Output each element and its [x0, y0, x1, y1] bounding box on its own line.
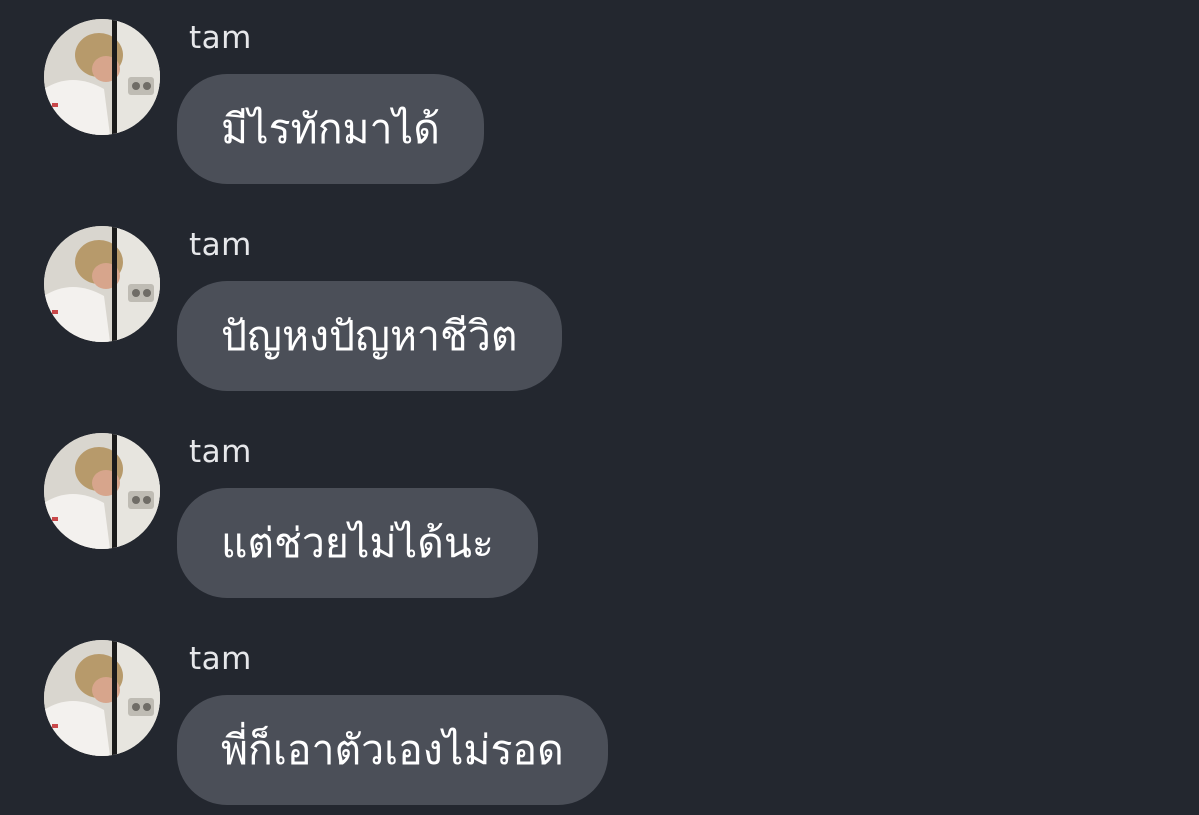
user-avatar[interactable]	[44, 640, 160, 756]
message-bubble[interactable]: ปัญหงปัญหาชีวิต	[177, 281, 562, 391]
user-avatar[interactable]	[44, 19, 160, 135]
chat-message: tam ปัญหงปัญหาชีวิต	[0, 207, 1199, 397]
sender-name: tam	[189, 20, 252, 56]
chat-message-list[interactable]: tam มีไรทักมาได้ tam ปัญหงปัญหาชีวิต tam…	[0, 0, 1199, 815]
message-text: ปัญหงปัญหาชีวิต	[221, 312, 518, 360]
message-text: แต่ช่วยไม่ได้นะ	[221, 519, 494, 567]
avatar-photo-icon	[44, 640, 160, 756]
chat-message: tam แต่ช่วยไม่ได้นะ	[0, 414, 1199, 604]
avatar-photo-icon	[44, 226, 160, 342]
sender-name: tam	[189, 434, 252, 470]
message-bubble[interactable]: แต่ช่วยไม่ได้นะ	[177, 488, 538, 598]
user-avatar[interactable]	[44, 226, 160, 342]
chat-message: tam มีไรทักมาได้	[0, 0, 1199, 190]
user-avatar[interactable]	[44, 433, 160, 549]
message-text: พี่ก็เอาตัวเองไม่รอด	[221, 726, 564, 774]
avatar-photo-icon	[44, 19, 160, 135]
message-bubble[interactable]: มีไรทักมาได้	[177, 74, 484, 184]
avatar-photo-icon	[44, 433, 160, 549]
sender-name: tam	[189, 227, 252, 263]
message-bubble[interactable]: พี่ก็เอาตัวเองไม่รอด	[177, 695, 608, 805]
chat-message: tam พี่ก็เอาตัวเองไม่รอด	[0, 621, 1199, 811]
message-text: มีไรทักมาได้	[221, 105, 440, 153]
sender-name: tam	[189, 641, 252, 677]
